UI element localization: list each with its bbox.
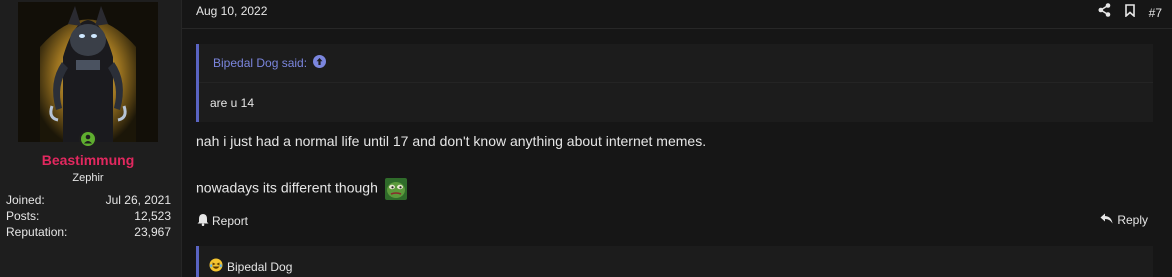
- reply-arrow-icon: [1100, 213, 1113, 227]
- stat-label: Reputation:: [6, 225, 68, 239]
- bell-icon: [197, 213, 209, 229]
- pepe-emote-icon: [384, 178, 407, 200]
- user-title: Zephir: [72, 172, 104, 184]
- stat-reputation: Reputation: 23,967: [6, 225, 171, 239]
- quote-author[interactable]: Bipedal Dog said:: [213, 55, 327, 71]
- stat-posts: Posts: 12,523: [6, 209, 171, 223]
- post-main: Aug 10, 2022 #7 Bipedal Dog said: are u …: [182, 0, 1172, 277]
- post-actions: #7: [1098, 3, 1162, 22]
- stat-value: 23,967: [134, 225, 171, 239]
- stat-value: 12,523: [134, 209, 171, 223]
- online-status-icon: [79, 130, 97, 148]
- reaction-user[interactable]: Bipedal Dog: [227, 260, 292, 274]
- quote-author-text[interactable]: Bipedal Dog said:: [213, 56, 307, 70]
- message-text: nowadays its different though: [196, 179, 378, 196]
- reply-label[interactable]: Reply: [1117, 213, 1148, 227]
- reactions-bar[interactable]: Bipedal Dog: [196, 246, 1153, 277]
- username[interactable]: Beastimmung: [0, 152, 176, 168]
- stat-joined: Joined: Jul 26, 2021: [6, 193, 171, 207]
- stat-value: Jul 26, 2021: [105, 193, 171, 207]
- bookmark-icon[interactable]: [1124, 3, 1135, 22]
- post-header: Aug 10, 2022 #7: [182, 0, 1172, 29]
- post-date[interactable]: Aug 10, 2022: [196, 4, 267, 18]
- stat-label: Joined:: [6, 193, 45, 207]
- quote-block: Bipedal Dog said: are u 14: [196, 44, 1153, 122]
- quote-text: are u 14: [210, 96, 255, 110]
- message-line: nah i just had a normal life until 17 an…: [196, 133, 707, 149]
- avatar[interactable]: [18, 2, 158, 142]
- post-number[interactable]: #7: [1149, 6, 1162, 20]
- laughing-emoji-icon: [209, 258, 223, 275]
- quote-divider: [199, 82, 1153, 83]
- user-sidebar: Beastimmung Zephir Joined: Jul 26, 2021 …: [0, 0, 182, 277]
- arrow-up-circle-icon[interactable]: [313, 55, 327, 71]
- reply-button[interactable]: Reply: [1100, 213, 1148, 227]
- report-label[interactable]: Report: [212, 214, 248, 228]
- stat-label: Posts:: [6, 209, 40, 223]
- reaction-summary[interactable]: Bipedal Dog: [209, 258, 292, 275]
- message-line: nowadays its different though: [196, 178, 407, 200]
- share-icon[interactable]: [1098, 3, 1111, 22]
- report-button[interactable]: Report: [197, 213, 248, 229]
